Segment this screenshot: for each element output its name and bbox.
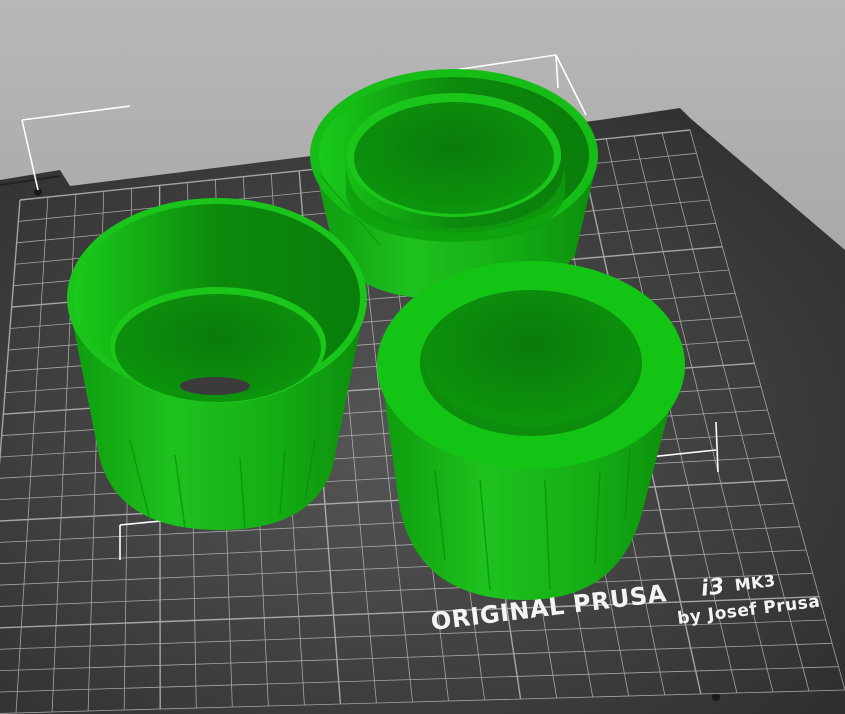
cup-left[interactable] xyxy=(67,198,367,530)
bed-screw-hole xyxy=(712,693,720,701)
3d-viewport[interactable]: ORIGINAL PRUSA i3 MK3 by Josef Prusa xyxy=(0,0,845,714)
bed-logo-model: i3 xyxy=(700,574,727,602)
